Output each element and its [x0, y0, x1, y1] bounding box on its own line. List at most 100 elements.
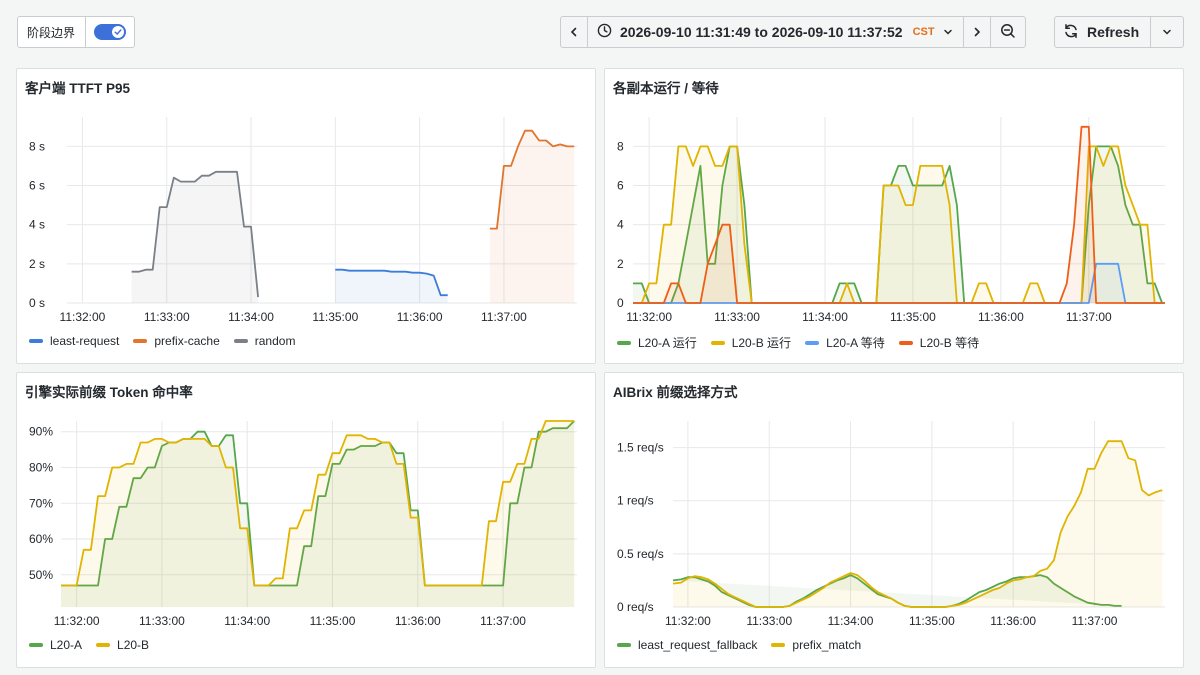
panel-client-ttft: 客户端 TTFT P95 0 s2 s4 s6 s8 s 11:32:00 11:3…: [16, 68, 596, 364]
x-tick-label: 11:37:00: [1072, 614, 1118, 628]
series-random: [131, 170, 259, 303]
legend-item[interactable]: L20-A 等待: [805, 334, 885, 351]
phase-boundary-switch[interactable]: [94, 24, 127, 40]
x-tick-label: 11:33:00: [144, 310, 190, 324]
legend-swatch: [617, 643, 631, 647]
ttft-chart: 0 s 2 s 4 s 6 s 8 s 11:32:00 11:33:00 11:34:00 1…: [29, 117, 577, 324]
zoom-out-button[interactable]: [991, 17, 1025, 47]
time-range-prev-button[interactable]: [561, 17, 588, 47]
legend-swatch: [898, 340, 913, 345]
refresh-label: Refresh: [1087, 24, 1140, 40]
legend-label: L20-A: [50, 638, 83, 652]
refresh-interval-dropdown[interactable]: [1151, 17, 1183, 47]
y-tick-label: 0: [617, 296, 624, 310]
legend-label: L20-B 运行: [731, 336, 792, 350]
y-tick-label: 2: [617, 257, 624, 271]
x-tick-label: 11:34:00: [828, 614, 874, 628]
chevron-left-icon: [569, 25, 579, 40]
y-tick-label: 2 s: [29, 257, 45, 271]
y-tick-label: 0 s: [29, 296, 45, 310]
series-area: [673, 441, 1163, 607]
time-range-button[interactable]: 2026-09-10 11:31:49 to 2026-09-10 11:37:…: [588, 17, 964, 47]
phase-boundary-switch-wrap[interactable]: [86, 17, 134, 47]
refresh-group: Refresh: [1054, 16, 1184, 48]
time-range-to-word: to: [754, 24, 768, 40]
legend-label: least-request: [50, 334, 120, 348]
x-tick-label: 11:32:00: [665, 614, 711, 628]
y-tick-label: 4: [617, 218, 624, 232]
x-tick-label: 11:35:00: [890, 310, 936, 324]
x-tick-label: 11:33:00: [139, 614, 185, 628]
refresh-icon: [1063, 23, 1079, 42]
x-tick-label: 11:34:00: [802, 310, 848, 324]
time-range-from: 2026-09-10 11:31:49: [620, 24, 751, 40]
y-tick-label: 90%: [29, 425, 53, 439]
y-tick-label: 50%: [29, 568, 53, 582]
legend-item[interactable]: L20-B 等待: [898, 334, 979, 351]
phase-boundary-label: 阶段边界: [18, 17, 87, 47]
legend-label: least_request_fallback: [638, 638, 758, 652]
phase-boundary-toggle-group: 阶段边界: [17, 16, 136, 48]
legend-label: random: [254, 334, 296, 348]
timezone-badge: CST: [912, 26, 935, 38]
legend-swatch: [29, 643, 43, 647]
y-tick-label: 80%: [29, 461, 53, 475]
legend-item[interactable]: random: [233, 334, 296, 348]
clock-icon: [597, 23, 612, 41]
legend-swatch: [96, 643, 111, 647]
x-tick-label: 11:35:00: [310, 614, 356, 628]
x-tick-label: 11:33:00: [714, 310, 760, 324]
legend-label: prefix_match: [792, 638, 862, 652]
y-tick-label: 4 s: [29, 218, 45, 232]
legend-swatch: [771, 643, 786, 647]
legend-label: prefix-cache: [154, 334, 220, 348]
legend-label: L20-B: [117, 638, 150, 652]
time-range-picker: 2026-09-10 11:31:49 to 2026-09-10 11:37:…: [560, 16, 1026, 48]
legend-item[interactable]: prefix_match: [771, 638, 861, 652]
legend-swatch: [710, 340, 725, 345]
y-tick-label: 60%: [29, 532, 53, 546]
legend-item[interactable]: L20-B: [96, 638, 149, 652]
x-tick-label: 11:32:00: [60, 310, 106, 324]
zoom-out-icon: [1000, 23, 1016, 42]
legend-swatch: [805, 340, 820, 345]
y-tick-label: 70%: [29, 496, 53, 510]
chart-legend: least_request_fallback prefix_match: [617, 638, 861, 652]
legend-item[interactable]: L20-A 运行: [617, 334, 697, 351]
legend-swatch: [617, 340, 631, 345]
time-range-next-button[interactable]: [964, 17, 991, 47]
x-tick-label: 11:35:00: [909, 614, 955, 628]
legend-swatch: [133, 339, 148, 343]
panel-replica-running-waiting: 各副本运行 / 等待 0 2 4 6 8 11:32:00 11:33:00 11:34:00…: [604, 68, 1184, 364]
y-tick-label: 8 s: [29, 139, 45, 153]
legend-item[interactable]: L20-B 运行: [710, 334, 792, 351]
x-tick-label: 11:34:00: [224, 614, 270, 628]
y-tick-label: 1.5 req/s: [617, 441, 664, 455]
legend-item[interactable]: least_request_fallback: [617, 638, 757, 652]
time-range-to: 2026-09-10 11:37:52: [771, 24, 903, 40]
panel-prefix-token-hit-rate: 引擎实际前缀 Token 命中率 50% 60% 70% 80% 90% 11:32:00…: [16, 372, 596, 668]
chevron-right-icon: [972, 25, 982, 40]
x-tick-label: 11:36:00: [990, 614, 1036, 628]
series-prefix-cache: [489, 129, 575, 303]
legend-item[interactable]: least-request: [29, 334, 119, 348]
x-tick-label: 11:37:00: [1066, 310, 1112, 324]
selection-chart: 0 req/s 0.5 req/s 1 req/s 1.5 req/s 11:32:00…: [617, 421, 1165, 628]
legend-item[interactable]: prefix-cache: [133, 334, 220, 348]
series-prefix_match: [672, 440, 1163, 608]
hit-rate-chart: 50% 60% 70% 80% 90% 11:32:00 11:33:00 11:34:00 1…: [29, 420, 577, 628]
legend-swatch: [29, 339, 43, 343]
series-L20-B: [61, 420, 575, 607]
refresh-button[interactable]: Refresh: [1055, 17, 1151, 47]
chart-legend: L20-A L20-B: [29, 638, 149, 652]
series-least-request: [335, 268, 448, 303]
legend-label: L20-A 等待: [826, 336, 885, 350]
y-tick-label: 6: [617, 179, 624, 193]
x-tick-label: 11:32:00: [626, 310, 672, 324]
legend-item[interactable]: L20-A: [29, 638, 82, 652]
check-icon: [112, 26, 125, 38]
panel-aibrix-prefix-selection: AIBrix 前缀选择方式 0 req/s 0.5 req/s 1 req/s 1.5…: [604, 372, 1184, 668]
y-tick-label: 0.5 req/s: [617, 547, 664, 561]
x-tick-label: 11:36:00: [397, 310, 443, 324]
x-tick-label: 11:35:00: [312, 310, 358, 324]
